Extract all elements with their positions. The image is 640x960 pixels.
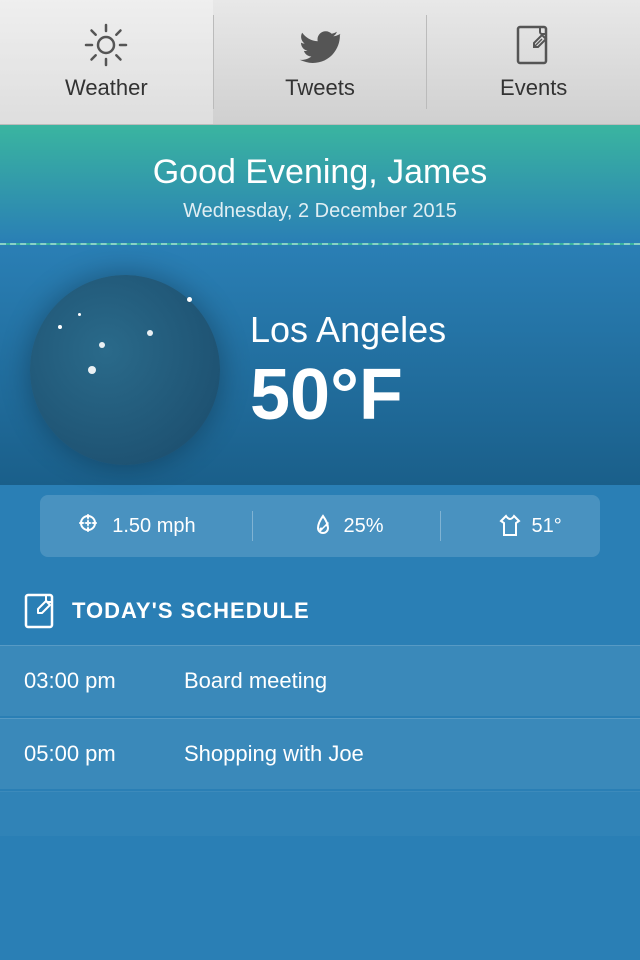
humidity-icon (310, 513, 336, 539)
schedule-event-1[interactable]: 03:00 pm Board meeting (0, 645, 640, 716)
weather-info: Los Angeles 50°F (250, 309, 610, 431)
humidity-stat: 25% (310, 513, 384, 539)
event-2-time: 05:00 pm (24, 741, 184, 767)
event-1-time: 03:00 pm (24, 668, 184, 694)
schedule-event-3[interactable] (0, 791, 640, 836)
greeting-text: Good Evening, James (20, 153, 620, 192)
event-2-name: Shopping with Joe (184, 741, 364, 767)
moon-icon (70, 315, 180, 425)
tab-tweets-label: Tweets (285, 75, 355, 101)
stats-bar: 1.50 mph 25% 51° (40, 495, 600, 557)
weather-main: Los Angeles 50°F (0, 245, 640, 485)
feels-like-value: 51° (531, 515, 561, 538)
schedule-event-2[interactable]: 05:00 pm Shopping with Joe (0, 718, 640, 789)
schedule-title: TODAY'S SCHEDULE (72, 598, 310, 624)
city-name: Los Angeles (250, 309, 610, 351)
tab-weather[interactable]: Weather (0, 0, 213, 124)
date-text: Wednesday, 2 December 2015 (20, 200, 620, 223)
weather-icon-circle (30, 275, 220, 465)
twitter-icon (298, 23, 342, 67)
tab-weather-label: Weather (65, 75, 148, 101)
tab-tweets[interactable]: Tweets (214, 0, 427, 124)
wind-value: 1.50 mph (112, 515, 195, 538)
humidity-value: 25% (344, 515, 384, 538)
wind-icon (78, 513, 104, 539)
greeting-section: Good Evening, James Wednesday, 2 Decembe… (0, 125, 640, 245)
tab-events-label: Events (500, 75, 567, 101)
event-1-name: Board meeting (184, 668, 327, 694)
temperature: 50°F (250, 359, 610, 431)
tab-events[interactable]: Events (427, 0, 640, 124)
tab-bar: Weather Tweets Events (0, 0, 640, 125)
schedule-icon (24, 593, 60, 629)
pencil-icon (512, 23, 556, 67)
schedule-section: TODAY'S SCHEDULE 03:00 pm Board meeting … (0, 577, 640, 836)
wind-stat: 1.50 mph (78, 513, 195, 539)
clothing-icon (497, 513, 523, 539)
feels-like-stat: 51° (497, 513, 561, 539)
sun-icon (84, 23, 128, 67)
schedule-header: TODAY'S SCHEDULE (0, 577, 640, 645)
